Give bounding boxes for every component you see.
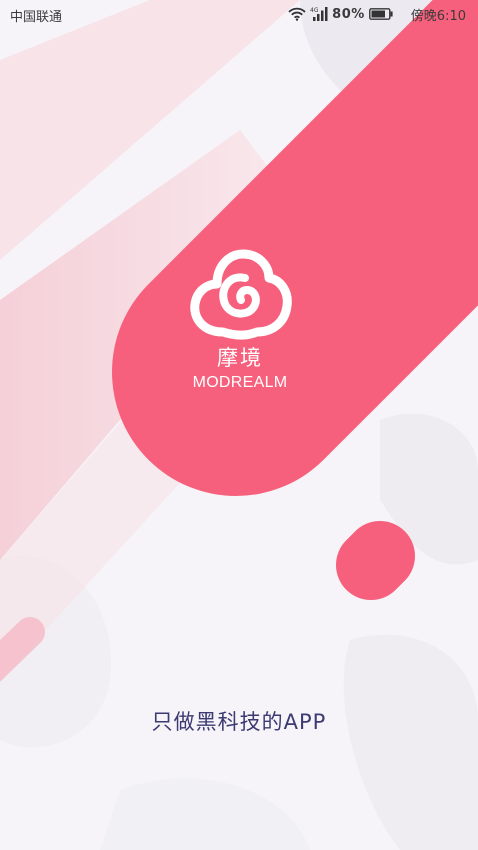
app-logo: 摩境 MODREALM [150,244,330,404]
wifi-icon [288,7,306,21]
tagline: 只做黑科技的APP [151,710,327,734]
status-bar: 中国联通 4G 80% 傍晚6:10 [0,0,478,28]
carrier-name: 中国联通 [10,10,63,25]
status-time: 傍晚6:10 [410,8,466,24]
splash-screen: 中国联通 4G 80% 傍晚6:10 摩境 MODREALM 只做黑科技的APP [0,0,478,850]
app-name-latin: MODREALM [192,374,288,391]
network-type-label: 4G [310,7,319,14]
swirl-cloud-logo-icon [190,249,292,340]
battery-percent: 80% [332,6,365,22]
status-right: 4G 80% 傍晚6:10 [288,4,466,24]
app-name: 摩境 [217,346,263,370]
battery-icon [368,8,393,20]
signal-icon: 4G [310,6,328,22]
